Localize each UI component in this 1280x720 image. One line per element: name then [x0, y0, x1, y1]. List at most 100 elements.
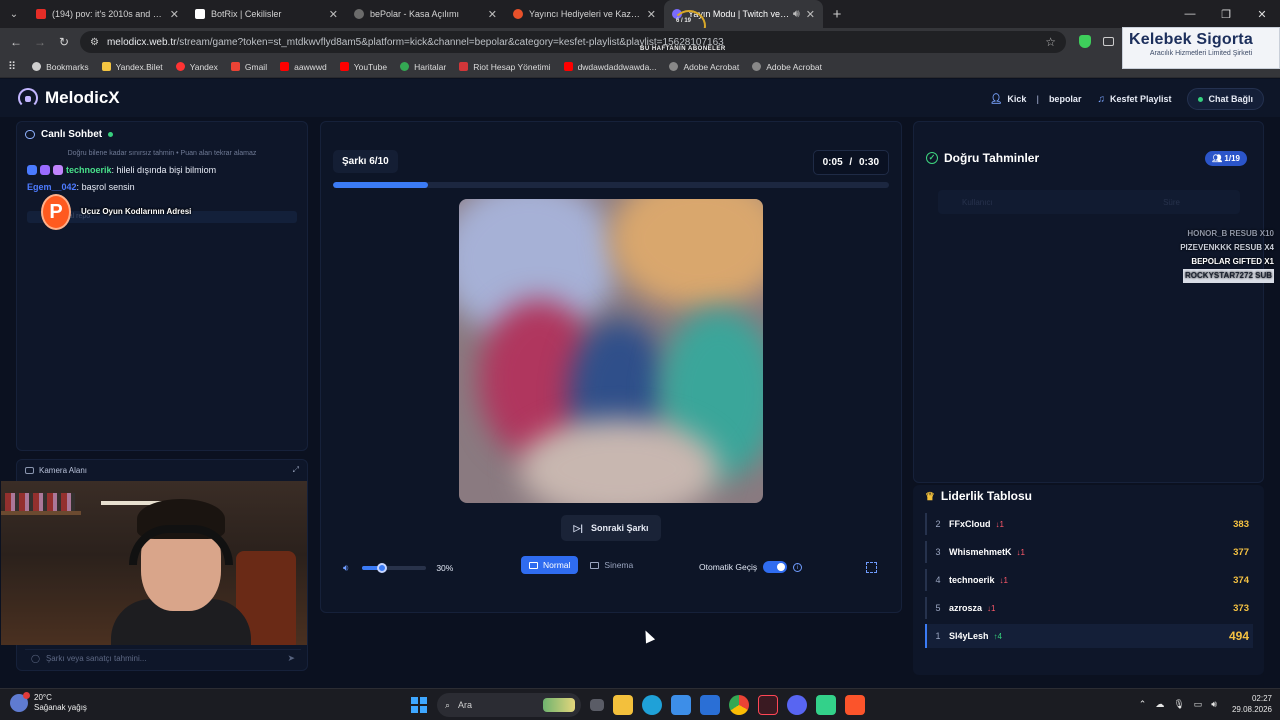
file-explorer-icon[interactable]: [613, 695, 633, 715]
reload-icon[interactable]: ↻: [52, 35, 76, 49]
guesses-table-header: Kullanıcı Süre: [938, 190, 1240, 214]
tab-title: (194) pov: it's 2010s and you are: [52, 9, 164, 19]
info-icon[interactable]: i: [793, 562, 803, 572]
status-dot: [1198, 96, 1204, 102]
volume-value: 30%: [436, 563, 454, 573]
chat-username[interactable]: technoerik: [66, 165, 112, 175]
playlist-label: Kesfet Playlist: [1109, 94, 1172, 104]
extension-icon[interactable]: [1103, 37, 1114, 46]
camera-title: Kamera Alanı: [39, 465, 88, 475]
skip-next-icon: ▷|: [573, 522, 583, 533]
fullscreen-icon[interactable]: [866, 562, 877, 573]
leaderboard-row: 2 FFxCloud ↓1 383: [925, 513, 1253, 535]
browser-tab[interactable]: bePolar - Kasa Açılımı ✕: [346, 0, 505, 28]
browser-tab[interactable]: Yayıncı Hediyeleri ve Kazananlar ✕: [505, 0, 664, 28]
divider: |: [1036, 94, 1039, 104]
rank-change: ↓1: [999, 575, 1008, 585]
speaker-icon[interactable]: 🔊︎: [793, 8, 800, 21]
rank-change: ↓1: [987, 603, 996, 613]
bookmark-item[interactable]: dwdawdaddwawda...: [563, 62, 656, 72]
minimize-icon[interactable]: —: [1172, 0, 1208, 28]
next-song-button[interactable]: ▷| Sonraki Şarkı: [561, 515, 661, 541]
close-tab-icon[interactable]: ✕: [488, 8, 497, 21]
channel-label: bepolar: [1048, 94, 1082, 104]
mail-icon[interactable]: [700, 695, 720, 715]
close-tab-icon[interactable]: ✕: [329, 8, 338, 21]
bookmark-item[interactable]: Riot Hesap Yönetimi: [459, 62, 551, 72]
network-icon[interactable]: ▭: [1194, 699, 1203, 710]
botrix-icon: [195, 9, 205, 19]
chevron-up-icon[interactable]: ⌃: [1139, 699, 1147, 710]
bookmark-item[interactable]: YouTube: [339, 62, 387, 72]
taskbar-search[interactable]: ⌕ Ara: [437, 693, 581, 717]
chat-status-label: Chat Bağlı: [1208, 94, 1253, 104]
browser-tab[interactable]: (194) pov: it's 2010s and you are ✕: [28, 0, 187, 28]
bookmark-item[interactable]: Yandex: [175, 62, 218, 72]
browser-tab[interactable]: BotRix | Cekilisler ✕: [187, 0, 346, 28]
leaderboard-row: 5 azrosza ↓1 373: [925, 597, 1253, 619]
volume-slider[interactable]: [362, 563, 427, 573]
rank-change: ↓1: [1016, 547, 1025, 557]
resize-icon[interactable]: ⤢: [293, 465, 299, 475]
header-status: 👤︎ Kick | bepolar ♫ Kesfet Playlist Chat…: [990, 88, 1264, 110]
close-tab-icon[interactable]: ✕: [647, 8, 656, 21]
normal-mode-button[interactable]: Normal: [521, 556, 579, 574]
bookmark-item[interactable]: Adobe Acrobat: [752, 62, 822, 72]
back-arrow-icon[interactable]: ←: [4, 35, 28, 49]
bookmark-item[interactable]: Bookmarks: [32, 62, 89, 72]
bookmark-item[interactable]: Adobe Acrobat: [669, 62, 739, 72]
chat-username[interactable]: Egem__042: [27, 182, 77, 192]
app-logo[interactable]: MelodicX: [18, 88, 120, 108]
guess-input[interactable]: ◯ Şarkı veya sanatçı tahmini... ➤: [25, 649, 301, 667]
gmail-icon: [230, 62, 240, 71]
close-tab-icon[interactable]: ✕: [806, 8, 815, 21]
edge-icon[interactable]: [642, 695, 662, 715]
badge-icon: [27, 165, 37, 175]
cloud-icon[interactable]: ☁︎: [1155, 699, 1164, 710]
song-counter: Şarkı 6/10: [333, 150, 398, 173]
player-name: azrosza: [949, 603, 983, 613]
close-window-icon[interactable]: ✕: [1244, 0, 1280, 28]
start-windows-icon[interactable]: [411, 697, 427, 713]
restore-icon[interactable]: ❐: [1208, 0, 1244, 28]
microphone-icon[interactable]: 🎙︎: [1173, 699, 1184, 710]
promo-logo-icon: P: [41, 194, 71, 230]
store-icon[interactable]: [671, 695, 691, 715]
shield-extension-icon[interactable]: [1079, 35, 1091, 48]
tab-search-icon[interactable]: ⌄: [0, 0, 28, 28]
sponsor-overlay: Kelebek Sigorta Aracılık Hizmetleri Limi…: [1122, 27, 1280, 69]
chat-header: Canlı Sohbet: [17, 122, 307, 147]
brave-icon[interactable]: [845, 695, 865, 715]
chat-text: başrol sensin: [81, 182, 135, 192]
forward-arrow-icon[interactable]: →: [28, 35, 52, 49]
task-view-icon[interactable]: [590, 699, 604, 711]
volume-knob[interactable]: [376, 563, 387, 573]
cinema-mode-button[interactable]: Sinema: [582, 556, 641, 574]
new-tab-button[interactable]: +: [823, 6, 851, 23]
chrome-icon[interactable]: [729, 695, 749, 715]
bookmark-item[interactable]: aawwwd: [280, 62, 327, 72]
camera-icon: [25, 466, 34, 474]
send-icon[interactable]: ➤: [287, 653, 295, 664]
auto-advance-label: Otomatik Geçiş: [699, 562, 758, 572]
auto-advance-toggle[interactable]: [763, 561, 788, 573]
volume-icon[interactable]: 🔊︎: [1211, 699, 1217, 710]
apps-grid-icon[interactable]: ⠿: [8, 60, 16, 73]
clock[interactable]: 02:27 29.08.2026: [1232, 693, 1272, 715]
bookmark-item[interactable]: Yandex.Bilet: [101, 62, 163, 72]
bookmark-item[interactable]: Gmail: [230, 62, 267, 72]
user-icon: 👤︎: [989, 93, 1003, 105]
bookmark-star-icon[interactable]: ☆: [1045, 35, 1056, 49]
bookmark-item[interactable]: Haritalar: [400, 62, 446, 72]
volume-icon[interactable]: 🔉︎: [343, 563, 349, 574]
url-bar[interactable]: ⚙︎ melodicx.web.tr/stream/game?token=st_…: [80, 31, 1066, 53]
guesses-header: ✓ Doğru Tahminler: [926, 151, 1039, 165]
close-tab-icon[interactable]: ✕: [170, 8, 179, 21]
chat-message: technoerik: hileli dışında bişi bilmiom: [27, 165, 297, 175]
valorant-icon[interactable]: [758, 695, 778, 715]
site-info-icon[interactable]: ⚙︎: [90, 37, 99, 48]
discord-icon[interactable]: [787, 695, 807, 715]
weather-widget[interactable]: 20°C Sağanak yağış: [10, 692, 87, 713]
window-controls: — ❐ ✕: [1172, 0, 1280, 28]
game-icon[interactable]: [816, 695, 836, 715]
